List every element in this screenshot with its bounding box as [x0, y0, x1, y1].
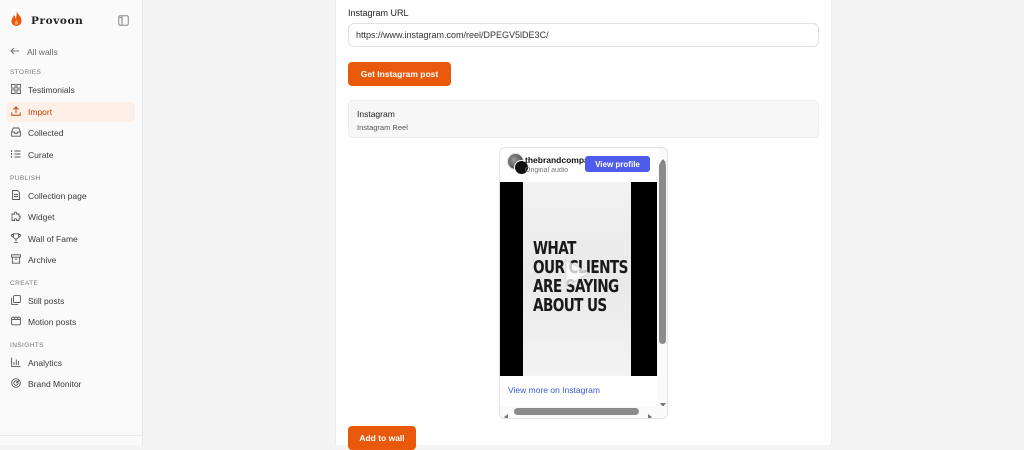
get-instagram-post-button[interactable]: Get Instagram post — [348, 62, 451, 86]
import-panel: Instagram URL Get Instagram post Instagr… — [335, 0, 832, 450]
section-label-publish: PUBLISH — [10, 175, 41, 182]
images-icon — [11, 295, 21, 307]
reel-video[interactable]: WHAT OUR CLIENTS ARE SAYING ABOUT US — [500, 182, 657, 376]
post-preview-info: Instagram Instagram Reel — [348, 100, 819, 138]
sidebar-item-import[interactable]: Import — [6, 102, 135, 122]
sidebar-item-label: Collected — [28, 128, 64, 138]
back-link-label: All walls — [27, 47, 58, 57]
list-icon — [11, 149, 21, 161]
upload-icon — [11, 106, 21, 118]
sidebar-item-label: Analytics — [28, 358, 63, 368]
embed-header: thebrandcompany Original audio View prof… — [500, 148, 658, 182]
scroll-right-icon[interactable] — [647, 408, 653, 418]
sidebar-item-label: Brand Monitor — [28, 379, 82, 389]
sidebar-item-collection-page[interactable]: Collection page — [6, 186, 135, 206]
vertical-scroll-thumb[interactable] — [659, 162, 666, 344]
radar-icon — [11, 378, 21, 390]
reel-frame: WHAT OUR CLIENTS ARE SAYING ABOUT US — [523, 182, 631, 376]
trophy-icon — [11, 233, 21, 245]
film-icon — [11, 316, 21, 328]
horizontal-scroll-thumb[interactable] — [514, 408, 639, 415]
inbox-icon — [11, 127, 21, 139]
sidebar-item-label: Collection page — [28, 191, 87, 201]
embed-username[interactable]: thebrandcompany — [525, 155, 587, 165]
scroll-left-icon[interactable] — [503, 408, 509, 418]
add-to-wall-button[interactable]: Add to wall — [348, 426, 416, 450]
embed-audio-label: Original audio — [525, 167, 569, 174]
sidebar: Provoon All walls STORIES Testimonials I… — [0, 0, 143, 445]
grid-icon — [11, 84, 21, 96]
sidebar-item-label: Still posts — [28, 296, 65, 306]
section-label-insights: INSIGHTS — [10, 342, 44, 349]
section-label-create: CREATE — [10, 280, 39, 287]
instagram-embed: thebrandcompany Original audio View prof… — [499, 147, 668, 419]
sidebar-item-analytics[interactable]: Analytics — [6, 353, 135, 373]
sidebar-item-brand-monitor[interactable]: Brand Monitor — [6, 374, 135, 394]
view-profile-button[interactable]: View profile — [585, 156, 650, 172]
sidebar-item-label: Archive — [28, 255, 57, 265]
sidebar-item-archive[interactable]: Archive — [6, 250, 135, 270]
brand[interactable]: Provoon — [10, 11, 83, 31]
puzzle-icon — [11, 211, 21, 223]
instagram-url-label: Instagram URL — [348, 8, 409, 18]
instagram-url-input[interactable] — [348, 23, 819, 47]
reel-text-line: WHAT — [533, 239, 576, 259]
sidebar-item-label: Import — [28, 107, 53, 117]
document-icon — [11, 190, 21, 202]
horizontal-scrollbar[interactable] — [500, 406, 667, 418]
preview-subtitle: Instagram Reel — [357, 123, 408, 132]
sidebar-item-label: Testimonials — [28, 85, 75, 95]
sidebar-divider — [0, 435, 142, 436]
sidebar-item-label: Wall of Fame — [28, 234, 78, 244]
sidebar-item-label: Curate — [28, 150, 54, 160]
preview-title: Instagram — [357, 109, 395, 119]
sidebar-item-wall-of-fame[interactable]: Wall of Fame — [6, 229, 135, 249]
sidebar-item-widget[interactable]: Widget — [6, 207, 135, 227]
back-to-all-walls[interactable]: All walls — [10, 47, 58, 57]
sidebar-toggle-icon[interactable] — [118, 13, 129, 31]
sidebar-item-motion-posts[interactable]: Motion posts — [6, 312, 135, 332]
archive-icon — [11, 254, 21, 266]
sidebar-item-label: Widget — [28, 212, 55, 222]
sidebar-item-testimonials[interactable]: Testimonials — [6, 80, 135, 100]
bar-chart-icon — [11, 357, 21, 369]
vertical-scrollbar[interactable] — [657, 148, 667, 407]
play-icon[interactable] — [563, 258, 591, 293]
flame-logo-icon — [10, 11, 23, 31]
sidebar-item-label: Motion posts — [28, 317, 77, 327]
sidebar-item-collected[interactable]: Collected — [6, 123, 135, 143]
arrow-left-icon — [10, 47, 20, 57]
brand-name: Provoon — [31, 15, 84, 27]
sidebar-item-still-posts[interactable]: Still posts — [6, 291, 135, 311]
reel-text-line: ABOUT US — [533, 296, 607, 316]
view-more-link[interactable]: View more on Instagram — [508, 385, 600, 395]
section-label-stories: STORIES — [10, 69, 42, 76]
sidebar-item-curate[interactable]: Curate — [6, 145, 135, 165]
